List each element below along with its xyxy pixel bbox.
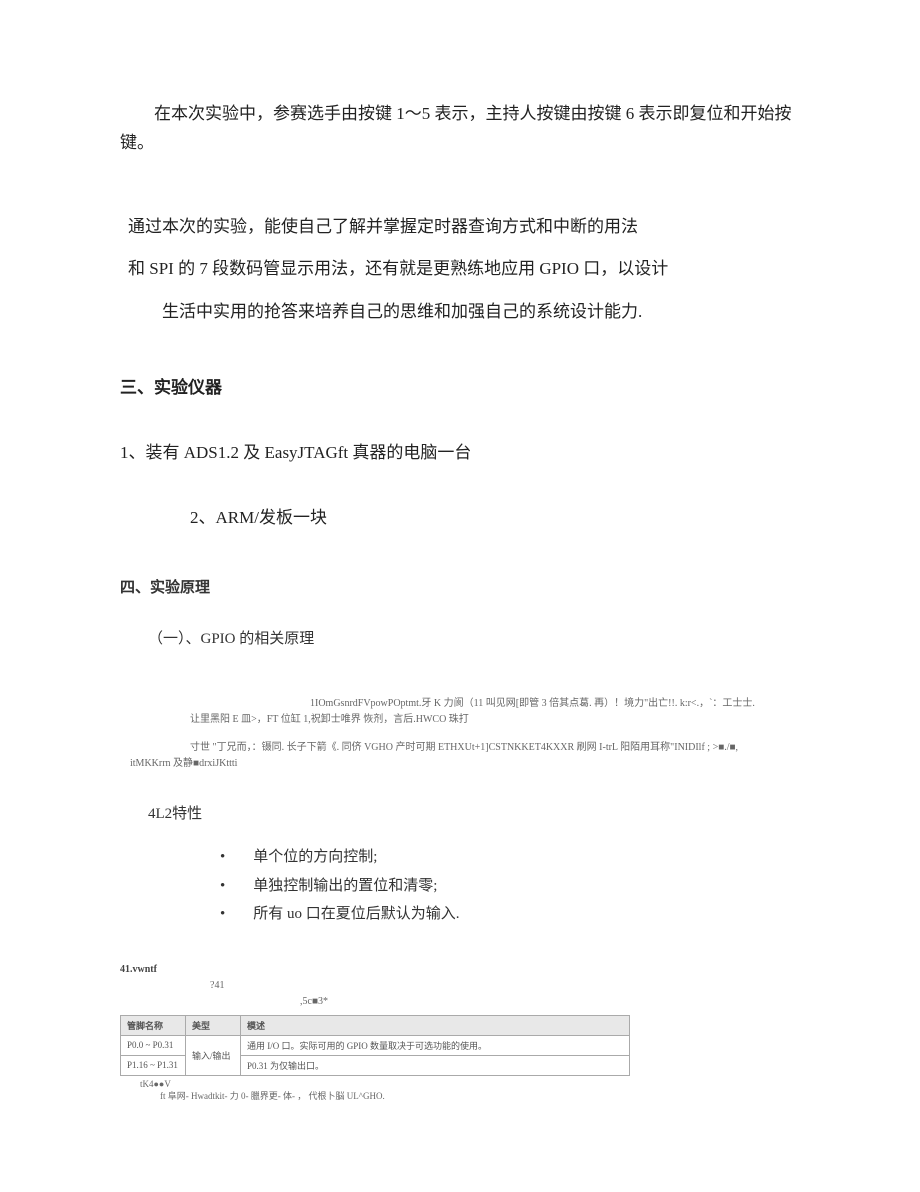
para2-line3: 生活中实用的抢答来培养自己的思维和加强自己的系统设计能力. xyxy=(128,291,820,334)
footnote-1: tK4●●V xyxy=(140,1079,820,1089)
paragraph-purpose: 通过本次的实验，能使自己了解并掌握定时器查询方式和中断的用法 和 SPI 的 7… xyxy=(128,206,820,334)
table-cell: 输入/输出 xyxy=(186,1035,241,1075)
list-item: 所有 uo 口在夏位后默认为输入. xyxy=(220,900,820,929)
small-label-2: ?41 xyxy=(210,980,820,991)
section-heading-principle: 四、实验原理 xyxy=(120,576,820,597)
table-cell: P0.31 为仅输出口。 xyxy=(241,1055,630,1075)
table-header-desc: 模述 xyxy=(241,1015,630,1035)
table-header-row: 管脚名称 美型 模述 xyxy=(121,1015,630,1035)
section-heading-instruments: 三、实验仪器 xyxy=(120,373,820,398)
instrument-item-2: 2、ARM/发板一块 xyxy=(190,503,820,528)
list-item: 单独控制输出的置位和清零; xyxy=(220,872,820,901)
small-label-1: 41.vwntf xyxy=(120,964,820,975)
small-text-d: itMKKrrn 及静■drxiJKttti xyxy=(130,756,820,772)
small-text-block: 1IOmGsnrdFVpowPOptmt.牙 K 力阆（11 叫见网[即管 3 … xyxy=(130,696,820,772)
list-item: 单个位的方向控制; xyxy=(220,843,820,872)
paragraph-experiment-intro: 在本次实验中，参赛选手由按键 1〜5 表示，主持人按键由按键 6 表示即复位和开… xyxy=(120,100,820,158)
instrument-item-1: 1、装有 ADS1.2 及 EasyJTAGft 真器的电脑一台 xyxy=(120,438,820,463)
small-text-b: 让里黑阳 E 皿>，FT 位缸 1,祝卸士唯界 恢剂，言后.HWCO 珠打 xyxy=(190,712,820,728)
table-cell: P1.16 ~ P1.31 xyxy=(121,1055,186,1075)
table-header-type: 美型 xyxy=(186,1015,241,1035)
footnote-2: ft 阜网- Hwadtkit- 力 0- 臘界更- 体- ， 代根卜脳 UL^… xyxy=(160,1089,820,1102)
table-header-pin: 管脚名称 xyxy=(121,1015,186,1035)
subsection-gpio: （一）、GPIO 的相关原理 xyxy=(148,627,820,648)
table-cell: P0.0 ~ P0.31 xyxy=(121,1035,186,1055)
para2-line1: 通过本次的实验，能使自己了解并掌握定时器查询方式和中断的用法 xyxy=(128,217,638,236)
small-text-c: 寸世 "丁兄而，：镊同. 长子下箭《. 同侪 VGHO 产时可期 ETHXUt+… xyxy=(190,740,820,756)
table-cell: 通用 I/O 口。实际可用的 GPIO 数量取决于可选功能的使用。 xyxy=(241,1035,630,1055)
table-row: P0.0 ~ P0.31 输入/输出 通用 I/O 口。实际可用的 GPIO 数… xyxy=(121,1035,630,1055)
feature-bullet-list: 单个位的方向控制; 单独控制输出的置位和清零; 所有 uo 口在夏位后默认为输入… xyxy=(220,843,820,929)
pin-table: 管脚名称 美型 模述 P0.0 ~ P0.31 输入/输出 通用 I/O 口。实… xyxy=(120,1015,630,1076)
pin-table-wrapper: 管脚名称 美型 模述 P0.0 ~ P0.31 输入/输出 通用 I/O 口。实… xyxy=(120,1015,820,1076)
feature-heading: 4L2特性 xyxy=(148,802,820,823)
small-text-a: 1IOmGsnrdFVpowPOptmt.牙 K 力阆（11 叫见网[即管 3 … xyxy=(310,696,820,712)
small-label-3: ,5c■3* xyxy=(300,996,820,1007)
para2-line2: 和 SPI 的 7 段数码管显示用法，还有就是更熟练地应用 GPIO 口，以设计 xyxy=(128,248,820,291)
